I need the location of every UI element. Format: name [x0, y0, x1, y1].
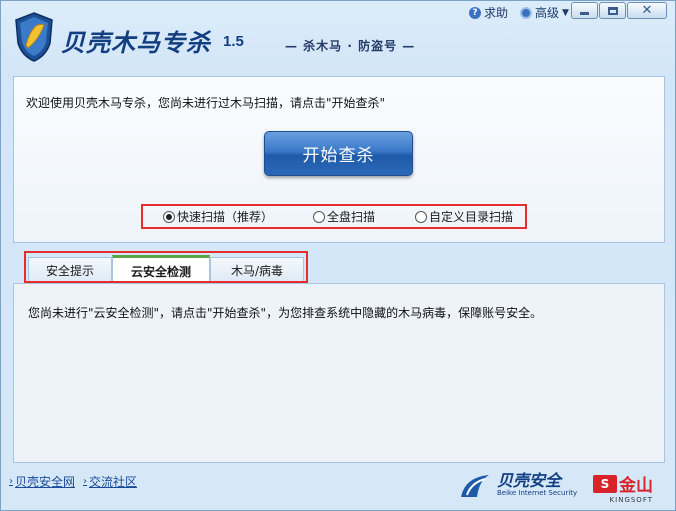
radio-indicator — [163, 210, 175, 223]
beike-logo-text: 贝壳安全 — [497, 470, 562, 490]
radio-quick-scan[interactable]: 快速扫描（推荐） — [163, 208, 273, 225]
window-controls: ✕ — [571, 2, 667, 19]
welcome-text: 欢迎使用贝壳木马专杀，您尚未进行过木马扫描，请点击"开始查杀" — [26, 96, 386, 110]
advanced-menu[interactable]: 高级 ▼ — [520, 4, 569, 21]
shell-logo-icon — [461, 475, 489, 497]
footer-link-label: 贝壳安全网 — [15, 475, 76, 489]
maximize-button[interactable] — [599, 2, 626, 19]
footer-link-label: 交流社区 — [89, 475, 138, 489]
minimize-icon — [580, 12, 589, 15]
tab-message: 您尚未进行"云安全检测"，请点击"开始查杀"，为您排查系统中隐藏的木马病毒，保障… — [28, 306, 543, 320]
help-link[interactable]: ? 求助 — [469, 4, 508, 21]
gear-icon — [520, 6, 533, 19]
kingsoft-mark-icon: S — [593, 474, 617, 493]
kingsoft-logo: S 金山 KINGSOFT — [593, 471, 653, 504]
advanced-label: 高级 — [535, 6, 560, 20]
minimize-button[interactable] — [571, 2, 598, 19]
tab-content-panel: 您尚未进行"云安全检测"，请点击"开始查杀"，为您排查系统中隐藏的木马病毒，保障… — [13, 283, 665, 463]
radio-label: 全盘扫描 — [327, 210, 376, 224]
radio-indicator — [415, 210, 427, 223]
kingsoft-logo-subtext: KINGSOFT — [609, 496, 653, 504]
start-scan-button[interactable]: 开始查杀 — [264, 131, 413, 176]
app-slogan: — 杀木马 · 防盗号 — — [285, 39, 416, 53]
close-icon: ✕ — [641, 3, 653, 18]
footer-link-beike-site[interactable]: › 贝壳安全网 — [9, 473, 75, 490]
chevron-right-icon: › — [83, 476, 88, 487]
title-bar: 贝壳木马专杀 1.5 — 杀木马 · 防盗号 — ? 求助 高级 ▼ ✕ — [1, 1, 675, 71]
footer-link-community[interactable]: › 交流社区 — [83, 473, 137, 490]
app-title: 贝壳木马专杀 — [61, 28, 211, 57]
beike-logo-subtext: Beike Internet Security — [497, 488, 578, 497]
beike-security-logo: 贝壳安全 Beike Internet Security — [459, 471, 577, 499]
radio-custom-scan[interactable]: 自定义目录扫描 — [415, 208, 513, 225]
chevron-right-icon: › — [9, 476, 13, 487]
radio-indicator — [313, 210, 325, 223]
radio-label: 快速扫描（推荐） — [177, 210, 274, 224]
shield-logo-icon — [15, 12, 53, 62]
footer-links: › 贝壳安全网 › 交流社区 — [9, 473, 137, 490]
radio-label: 自定义目录扫描 — [429, 210, 514, 224]
tab-highlight-box — [24, 251, 308, 283]
close-button[interactable]: ✕ — [627, 2, 667, 19]
top-links: ? 求助 高级 ▼ — [469, 4, 569, 21]
help-label: 求助 — [484, 6, 509, 20]
scan-panel: 欢迎使用贝壳木马专杀，您尚未进行过木马扫描，请点击"开始查杀" 开始查杀 快速扫… — [13, 76, 665, 243]
help-icon: ? — [469, 6, 481, 19]
kingsoft-logo-text: 金山 — [619, 476, 653, 496]
maximize-icon — [607, 6, 618, 15]
scan-options-group: 快速扫描（推荐） 全盘扫描 自定义目录扫描 — [141, 204, 527, 229]
app-version: 1.5 — [223, 33, 244, 50]
dropdown-caret-icon: ▼ — [562, 7, 569, 18]
radio-full-scan[interactable]: 全盘扫描 — [313, 208, 375, 225]
app-window: 贝壳木马专杀 1.5 — 杀木马 · 防盗号 — ? 求助 高级 ▼ ✕ 欢迎使… — [0, 0, 676, 511]
